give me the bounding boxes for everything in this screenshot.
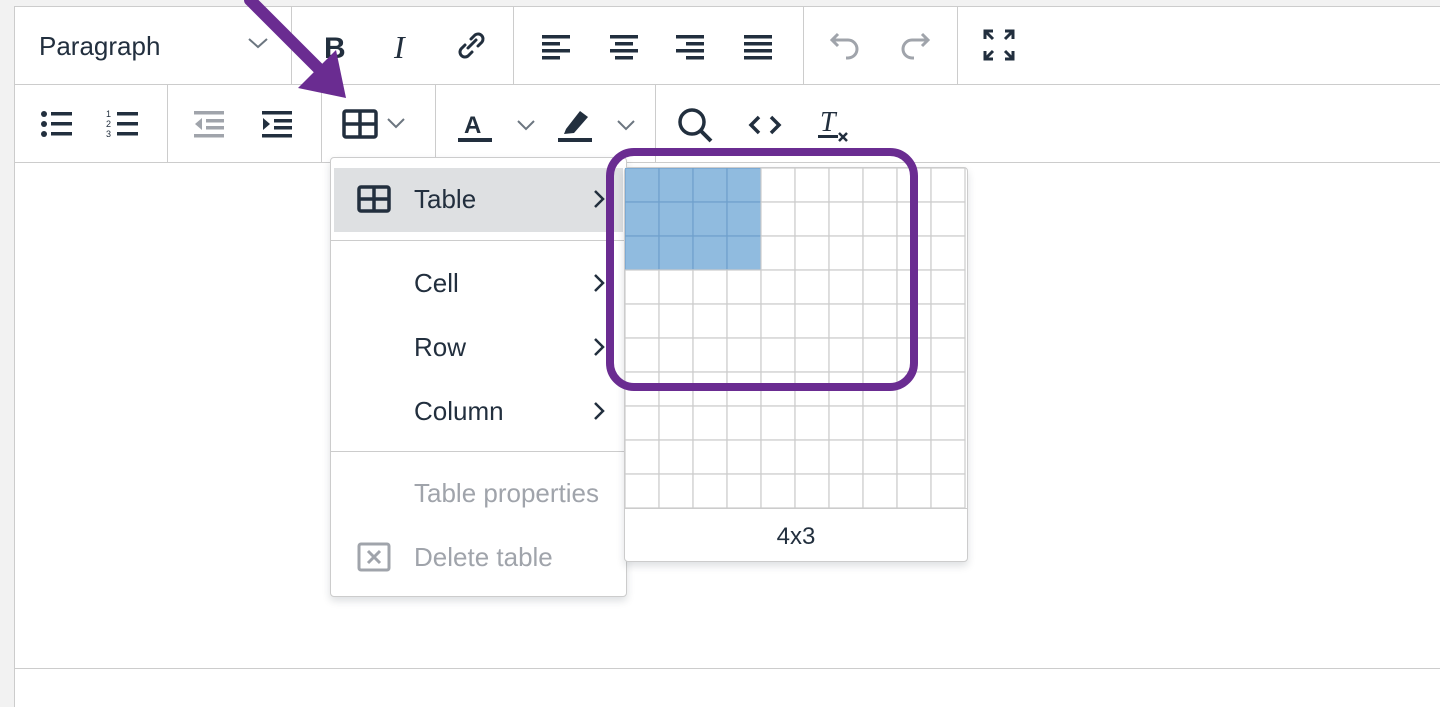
grid-cell[interactable] <box>828 439 864 475</box>
block-format-value: Paragraph <box>39 31 161 61</box>
menu-item-label: Column <box>414 396 504 426</box>
grid-cell[interactable] <box>760 473 796 508</box>
svg-text:3: 3 <box>106 129 111 139</box>
grid-cell[interactable] <box>692 473 728 508</box>
grid-cell[interactable] <box>930 337 966 373</box>
toolbar-group-history <box>803 7 958 84</box>
toolbar-group-alignment <box>513 7 804 84</box>
text-color-button[interactable]: A <box>455 105 547 145</box>
align-left-icon[interactable] <box>539 29 573 63</box>
toolbar-row-primary: Paragraph B I <box>15 7 1440 85</box>
grid-cell[interactable] <box>896 439 932 475</box>
grid-cell[interactable] <box>828 405 864 441</box>
clear-formatting-icon[interactable]: T <box>815 105 851 145</box>
statusbar-divider <box>15 668 1440 669</box>
annotation-highlight-box <box>606 148 918 391</box>
bullet-list-icon[interactable] <box>39 107 75 141</box>
menu-item-table[interactable]: Table <box>334 168 623 232</box>
grid-cell[interactable] <box>862 405 898 441</box>
grid-separator <box>625 508 967 509</box>
grid-cell[interactable] <box>862 439 898 475</box>
grid-cell[interactable] <box>930 201 966 237</box>
grid-cell[interactable] <box>658 473 694 508</box>
chevron-right-icon <box>592 188 606 215</box>
grid-cell[interactable] <box>862 473 898 508</box>
menu-item-label: Row <box>414 332 467 362</box>
menu-item-cell[interactable]: Cell <box>334 252 623 316</box>
outdent-icon[interactable] <box>191 107 227 141</box>
grid-cell[interactable] <box>896 405 932 441</box>
undo-icon[interactable] <box>825 27 865 63</box>
chevron-right-icon <box>592 336 606 363</box>
grid-size-label: 4x3 <box>776 523 816 550</box>
grid-cell[interactable] <box>930 168 966 203</box>
grid-cell[interactable] <box>726 405 762 441</box>
chevron-right-icon <box>592 272 606 299</box>
grid-cell[interactable] <box>726 473 762 508</box>
grid-cell[interactable] <box>760 439 796 475</box>
align-center-icon[interactable] <box>607 29 641 63</box>
svg-text:I: I <box>393 31 406 63</box>
grid-cell[interactable] <box>930 371 966 407</box>
grid-cell[interactable] <box>794 473 830 508</box>
grid-cell[interactable] <box>930 439 966 475</box>
link-icon[interactable] <box>451 25 491 65</box>
grid-cell[interactable] <box>930 303 966 339</box>
menu-separator <box>331 240 626 241</box>
grid-cell[interactable] <box>930 473 966 508</box>
italic-icon[interactable]: I <box>385 29 421 65</box>
menu-item-label: Delete table <box>414 542 553 572</box>
grid-cell[interactable] <box>692 439 728 475</box>
source-code-icon[interactable] <box>745 107 785 143</box>
grid-cell[interactable] <box>930 405 966 441</box>
menu-item-column[interactable]: Column <box>334 380 623 444</box>
menu-item-label: Cell <box>414 268 459 298</box>
grid-cell[interactable] <box>930 269 966 305</box>
grid-cell[interactable] <box>658 405 694 441</box>
grid-cell[interactable] <box>625 473 660 508</box>
grid-cell[interactable] <box>896 473 932 508</box>
align-right-icon[interactable] <box>673 29 707 63</box>
grid-cell[interactable] <box>794 405 830 441</box>
grid-cell[interactable] <box>625 439 660 475</box>
table-icon <box>356 184 392 219</box>
grid-cell[interactable] <box>692 405 728 441</box>
menu-item-label: Table properties <box>414 478 599 508</box>
fullscreen-icon[interactable] <box>981 27 1017 63</box>
table-button[interactable] <box>339 105 419 143</box>
grid-cell[interactable] <box>726 439 762 475</box>
chevron-right-icon <box>592 400 606 427</box>
delete-table-icon <box>356 542 392 577</box>
menu-item-label: Table <box>414 184 477 214</box>
grid-cell[interactable] <box>794 439 830 475</box>
grid-cell[interactable] <box>658 439 694 475</box>
grid-cell[interactable] <box>760 405 796 441</box>
svg-text:T: T <box>820 107 838 138</box>
svg-text:1: 1 <box>106 109 111 119</box>
toolbar-group-lists: 123 <box>15 85 168 162</box>
highlight-color-button[interactable] <box>555 103 647 145</box>
menu-item-table-properties[interactable]: Table properties <box>334 462 623 526</box>
grid-cell[interactable] <box>625 405 660 441</box>
svg-text:A: A <box>464 112 481 139</box>
svg-text:2: 2 <box>106 119 111 129</box>
menu-item-delete-table[interactable]: Delete table <box>334 526 623 590</box>
search-icon[interactable] <box>675 105 715 145</box>
numbered-list-icon[interactable]: 123 <box>105 107 141 141</box>
align-justify-icon[interactable] <box>741 29 775 63</box>
menu-item-row[interactable]: Row <box>334 316 623 380</box>
grid-cell[interactable] <box>828 473 864 508</box>
redo-icon[interactable] <box>895 27 935 63</box>
table-menu: Table Cell Row Column Table properties D… <box>330 157 627 597</box>
menu-separator <box>331 451 626 452</box>
indent-icon[interactable] <box>259 107 295 141</box>
annotation-arrow-icon <box>244 0 346 98</box>
grid-cell[interactable] <box>930 235 966 271</box>
